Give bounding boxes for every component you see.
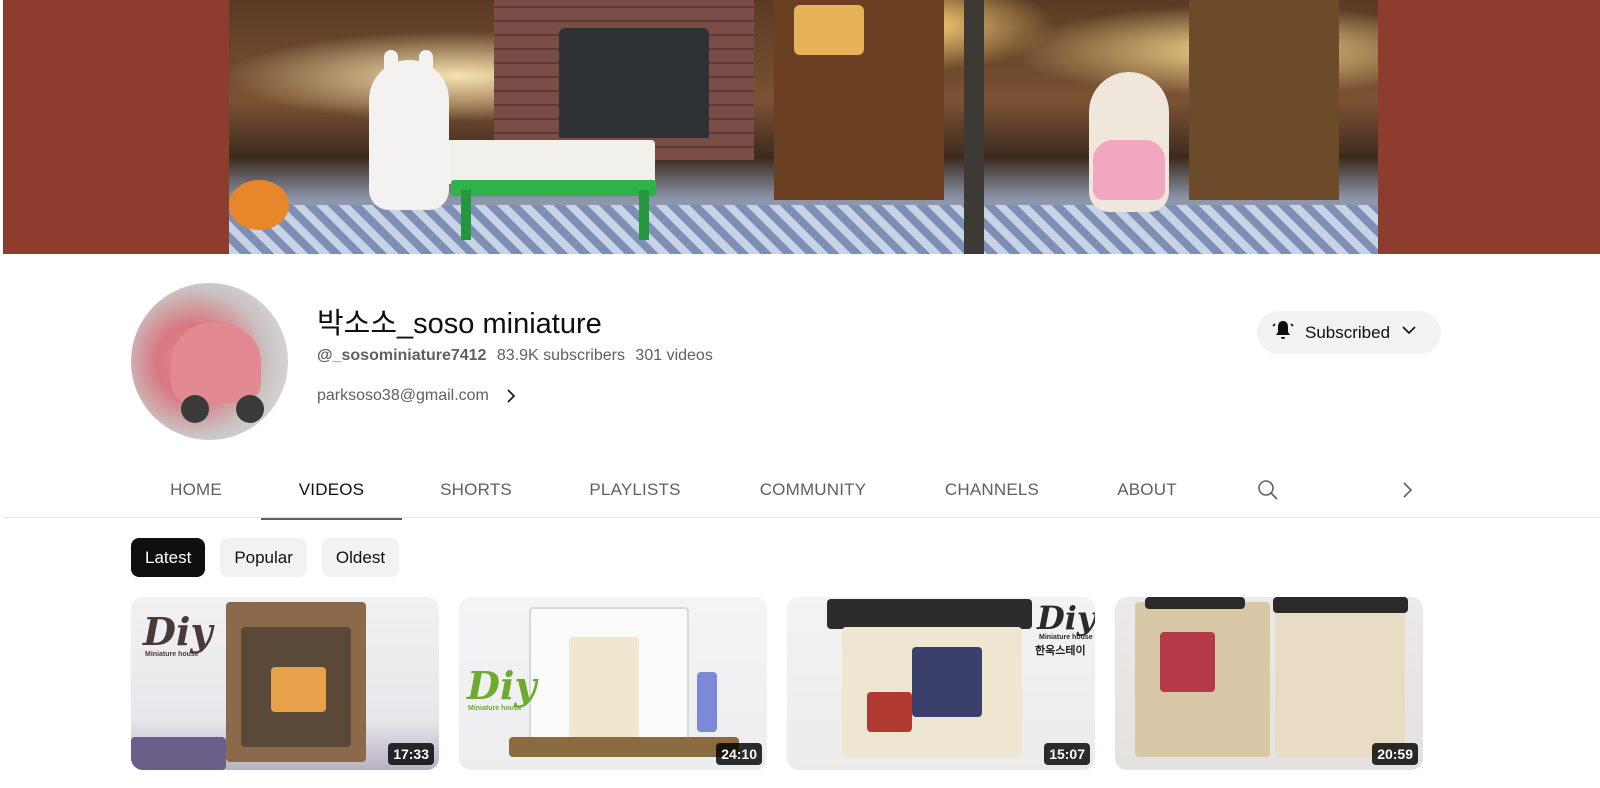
channel-avatar[interactable] (131, 283, 288, 440)
video-thumbnail[interactable]: 20:59 (1115, 597, 1423, 770)
subscribe-button[interactable]: Subscribed (1257, 311, 1441, 354)
tab-channels[interactable]: CHANNELS (906, 462, 1078, 518)
tab-videos[interactable]: VIDEOS (261, 462, 402, 520)
tab-community[interactable]: COMMUNITY (720, 462, 906, 518)
thumbnail-title: Diy (143, 609, 213, 654)
thumbnail-subtitle: Miniature house (468, 705, 522, 712)
channel-banner (3, 0, 1600, 254)
sort-chips: Latest Popular Oldest (131, 538, 400, 577)
tab-about[interactable]: ABOUT (1078, 462, 1216, 518)
chip-latest[interactable]: Latest (131, 538, 206, 577)
chip-popular[interactable]: Popular (220, 538, 307, 577)
thumbnail-subtitle: Miniature house (1039, 634, 1093, 641)
video-duration: 17:33 (388, 743, 434, 765)
tab-playlists[interactable]: PLAYLISTS (550, 462, 720, 518)
subscribe-label: Subscribed (1305, 322, 1391, 342)
video-count: 301 videos (635, 347, 713, 364)
video-thumbnail[interactable]: Diy Miniature house 17:33 (131, 597, 439, 770)
channel-meta: @_sosominiature7412 83.9K subscribers 30… (317, 347, 719, 365)
channel-link-row[interactable]: parksoso38@gmail.com (317, 386, 521, 406)
tabs-divider (3, 517, 1600, 518)
video-thumbnail[interactable]: Diy Miniature house 24:10 (459, 597, 767, 770)
chevron-right-icon[interactable] (1393, 476, 1421, 504)
channel-tabs: HOME VIDEOS SHORTS PLAYLISTS COMMUNITY C… (131, 462, 1216, 520)
thumbnail-title: Diy (1037, 599, 1095, 637)
chevron-down-icon (1400, 321, 1418, 344)
thumbnail-subtitle: Miniature house (145, 651, 199, 658)
channel-handle: @_sosominiature7412 (317, 347, 487, 364)
video-duration: 15:07 (1044, 743, 1090, 765)
video-grid: Diy Miniature house 17:33 Diy Miniature … (131, 597, 1423, 770)
tab-home[interactable]: HOME (131, 462, 261, 518)
search-icon[interactable] (1254, 476, 1282, 504)
bell-icon (1271, 318, 1295, 347)
chevron-right-icon[interactable] (501, 386, 521, 406)
subscriber-count: 83.9K subscribers (496, 347, 625, 364)
banner-image (229, 0, 1378, 254)
video-thumbnail[interactable]: Diy Miniature house 한옥스테이 15:07 (787, 597, 1095, 770)
tab-shorts[interactable]: SHORTS (402, 462, 550, 518)
thumbnail-title: Diy (467, 663, 537, 708)
channel-name: 박소소_soso miniature (317, 308, 602, 340)
chip-oldest[interactable]: Oldest (321, 538, 400, 577)
thumbnail-korean-text: 한옥스테이 (1035, 645, 1086, 657)
video-duration: 20:59 (1372, 743, 1418, 765)
channel-link[interactable]: parksoso38@gmail.com (317, 387, 489, 405)
video-duration: 24:10 (716, 743, 762, 765)
